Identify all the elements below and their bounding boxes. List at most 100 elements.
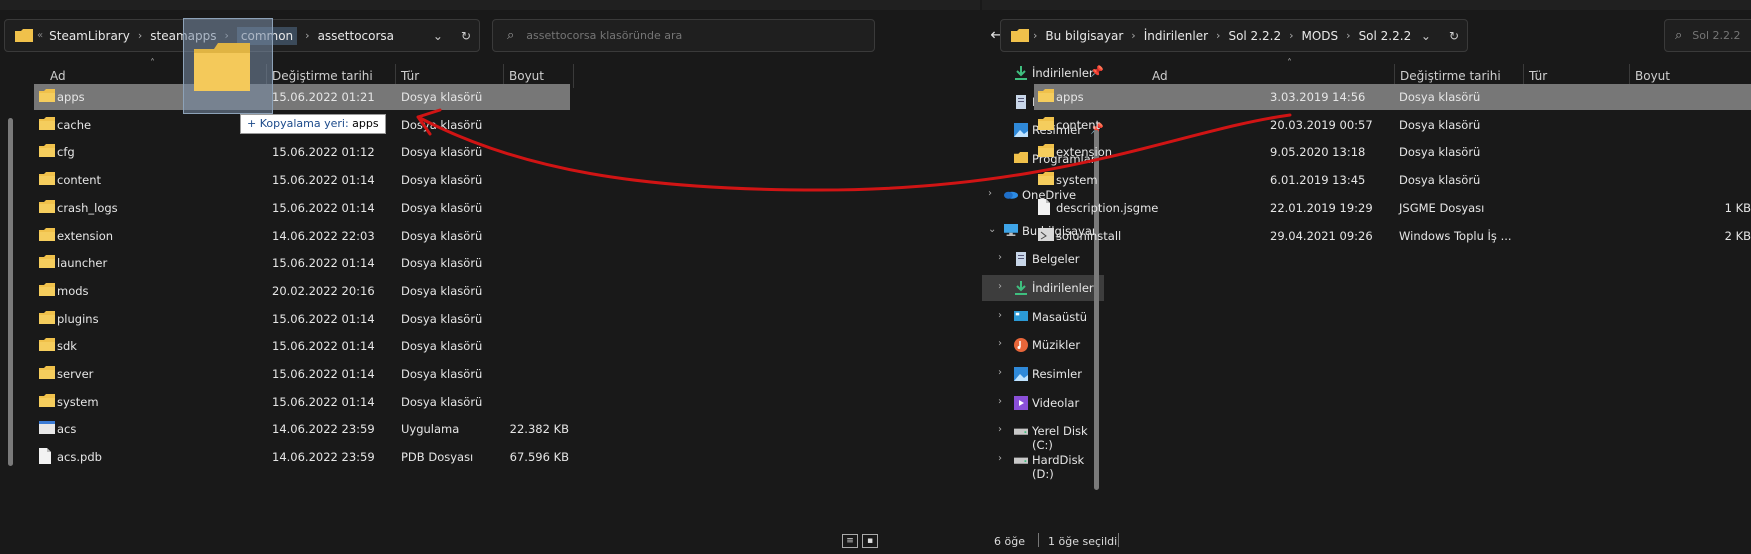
chevron-right-icon[interactable]: › — [998, 424, 1002, 435]
search-input[interactable] — [524, 28, 874, 43]
file-type: Dosya klasörü — [401, 367, 483, 381]
search-input[interactable] — [1690, 28, 1751, 43]
file-row[interactable]: description.jsgme 22.01.2019 19:29 JSGME D… — [1034, 195, 1751, 221]
file-type: Dosya klasörü — [401, 145, 483, 160]
chevron-right-icon[interactable]: › — [1346, 29, 1350, 42]
breadcrumb-item[interactable]: Sol 2.2.2 — [1359, 29, 1412, 43]
search-box[interactable]: ⌕ — [492, 19, 875, 52]
column-header-date[interactable]: Değiştirme tarihi — [272, 69, 373, 83]
chevron-right-icon[interactable]: › — [305, 29, 309, 42]
file-row[interactable]: server 15.06.2022 01:14 Dosya klasörü — [34, 361, 570, 387]
file-row[interactable]: acs.pdb 14.06.2022 23:59 PDB Dosyası 67.596… — [34, 444, 570, 470]
file-row[interactable]: system 6.01.2019 13:45 Dosya klasörü — [1034, 167, 1751, 193]
nav-tree-item[interactable]: › Resimler — [982, 361, 1104, 387]
nav-tree-item[interactable]: › İndirilenler — [982, 275, 1104, 301]
chevron-right-icon[interactable]: › — [998, 252, 1002, 263]
file-date: 15.06.2022 01:14 — [272, 394, 375, 409]
folder-icon — [194, 43, 250, 91]
file-type: Dosya klasörü — [401, 90, 483, 104]
file-row[interactable]: apps 3.03.2019 14:56 Dosya klasörü — [1034, 84, 1751, 110]
file-row[interactable]: extension 14.06.2022 22:03 Dosya klasörü — [34, 223, 570, 249]
column-header-size[interactable]: Boyut — [1635, 69, 1670, 83]
chevron-right-icon[interactable]: › — [1216, 29, 1220, 42]
breadcrumb-item[interactable]: Bu bilgisayar — [1045, 29, 1123, 43]
pin-icon[interactable]: 📌 — [1090, 65, 1104, 78]
file-name: sdk — [57, 339, 77, 354]
nav-tree-label: Videolar — [1032, 396, 1080, 410]
file-row[interactable]: crash_logs 15.06.2022 01:14 Dosya klasörü — [34, 195, 570, 221]
folder-icon — [39, 310, 55, 324]
file-type: Dosya klasörü — [1399, 145, 1481, 160]
chevron-right-icon[interactable]: › — [998, 281, 1002, 292]
file-row[interactable]: plugins 15.06.2022 01:14 Dosya klasörü — [34, 306, 570, 332]
file-type: Windows Toplu İş ... — [1399, 228, 1512, 243]
file-row[interactable]: system 15.06.2022 01:14 Dosya klasörü — [34, 389, 570, 415]
file-date: 15.06.2022 01:14 — [272, 256, 375, 271]
file-date: 15.06.2022 01:14 — [272, 173, 375, 188]
breadcrumb-item[interactable]: Sol 2.2.2 — [1228, 29, 1281, 43]
file-type: JSGME Dosyası — [1399, 200, 1485, 215]
chevron-right-icon[interactable]: › — [1289, 29, 1293, 42]
nav-tree-item[interactable]: › Müzikler — [982, 332, 1104, 358]
file-date: 14.06.2022 23:59 — [272, 450, 375, 465]
file-row[interactable]: cfg 15.06.2022 01:12 Dosya klasörü — [34, 139, 570, 165]
file-row[interactable]: soluninstall 29.04.2021 09:26 Windows Topl… — [1034, 223, 1751, 249]
column-header-type[interactable]: Tür — [401, 69, 419, 83]
nav-tree-item[interactable]: › HardDisk (D:) — [982, 447, 1104, 481]
nav-tree-item[interactable]: › Yerel Disk (C:) — [982, 418, 1104, 452]
drag-preview — [183, 18, 273, 114]
tiles-view-icon[interactable]: ▪ — [862, 534, 878, 548]
file-row[interactable]: sdk 15.06.2022 01:14 Dosya klasörü — [34, 333, 570, 359]
search-box[interactable]: ⌕ — [1664, 19, 1751, 52]
chevron-down-icon[interactable]: ⌄ — [988, 224, 996, 235]
quick-access-item[interactable]: İndirilenler 📌 — [982, 60, 1110, 86]
onedrive-icon — [1004, 188, 1018, 202]
file-date: 14.06.2022 23:59 — [272, 422, 375, 437]
details-view-icon[interactable]: ≡ — [842, 534, 858, 548]
file-row[interactable]: content 15.06.2022 01:14 Dosya klasörü — [34, 167, 570, 193]
file-row[interactable]: extension 9.05.2020 13:18 Dosya klasörü — [1034, 139, 1751, 165]
chevron-right-icon[interactable]: › — [998, 338, 1002, 349]
file-icon — [1038, 198, 1050, 215]
search-icon: ⌕ — [1675, 28, 1683, 43]
breadcrumb-item[interactable]: MODS — [1302, 29, 1339, 43]
chevron-right-icon[interactable]: › — [998, 310, 1002, 321]
file-row[interactable]: content 20.03.2019 00:57 Dosya klasörü — [1034, 112, 1751, 138]
file-row[interactable]: mods 20.02.2022 20:16 Dosya klasörü — [34, 278, 570, 304]
chevron-right-icon[interactable]: › — [998, 367, 1002, 378]
file-name: crash_logs — [57, 200, 118, 215]
file-row[interactable]: launcher 15.06.2022 01:14 Dosya klasörü — [34, 250, 570, 276]
chevron-right-icon[interactable]: › — [988, 188, 992, 199]
nav-pane-scrollbar[interactable] — [8, 118, 13, 466]
file-type: Dosya klasörü — [401, 283, 483, 298]
chevron-right-icon[interactable]: › — [1033, 29, 1037, 42]
column-header-type[interactable]: Tür — [1529, 69, 1547, 83]
overflow-chevron-icon[interactable]: « — [37, 30, 43, 41]
file-row[interactable]: apps 15.06.2022 01:21 Dosya klasörü — [34, 84, 570, 110]
chevron-right-icon[interactable]: › — [138, 29, 142, 42]
refresh-icon[interactable]: ↻ — [461, 29, 471, 43]
folder-icon — [1038, 116, 1054, 130]
nav-tree-item[interactable]: › Masaüstü — [982, 304, 1104, 330]
column-header-name[interactable]: Ad — [1152, 69, 1168, 83]
column-header-date[interactable]: Değiştirme tarihi — [1400, 69, 1501, 83]
column-header-size[interactable]: Boyut — [509, 69, 544, 83]
chevron-down-icon[interactable]: ⌄ — [1421, 29, 1431, 43]
videos-icon — [1014, 396, 1028, 410]
breadcrumb-item[interactable]: İndirilenler — [1144, 29, 1208, 43]
chevron-right-icon[interactable]: › — [1131, 29, 1135, 42]
column-header-name[interactable]: Ad — [50, 69, 66, 83]
address-bar[interactable]: › Bu bilgisayar › İndirilenler › Sol 2.2… — [1000, 19, 1468, 52]
chevron-right-icon[interactable]: › — [998, 453, 1002, 464]
folder-icon — [39, 227, 55, 241]
chevron-right-icon[interactable]: › — [998, 396, 1002, 407]
nav-tree-item[interactable]: › Videolar — [982, 390, 1104, 416]
refresh-icon[interactable]: ↻ — [1449, 29, 1459, 43]
file-row[interactable]: acs 14.06.2022 23:59 Uygulama 22.382 KB — [34, 416, 570, 442]
nav-tree-item[interactable]: › Belgeler — [982, 246, 1104, 272]
breadcrumb-item[interactable]: assettocorsa — [318, 29, 394, 43]
left-explorer-window: « SteamLibrary › steamapps › common › as… — [0, 0, 980, 554]
chevron-down-icon[interactable]: ⌄ — [433, 29, 443, 43]
column-divider[interactable] — [573, 64, 574, 88]
breadcrumb-item[interactable]: SteamLibrary — [49, 29, 130, 43]
